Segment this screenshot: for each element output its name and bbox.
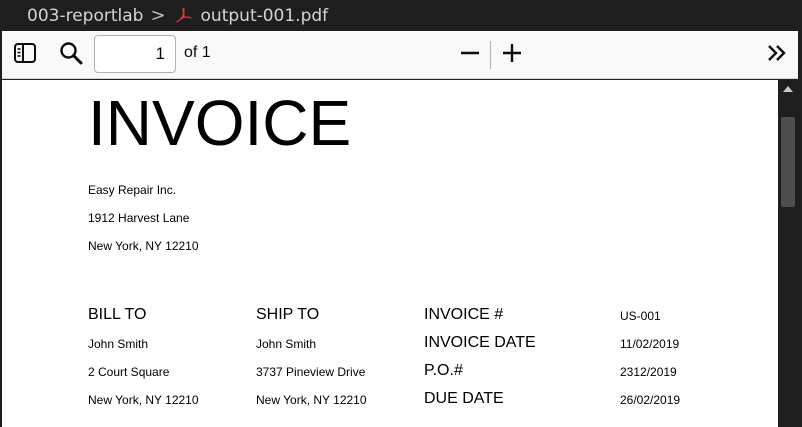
sidebar-toggle-icon bbox=[13, 42, 37, 69]
bill-to-label: BILL TO bbox=[88, 306, 147, 323]
page-count: of 1 bbox=[184, 44, 211, 61]
breadcrumb: 003-reportlab > output-001.pdf bbox=[0, 0, 802, 31]
bill-to-street: 2 Court Square bbox=[88, 365, 170, 379]
page-number-input[interactable] bbox=[94, 35, 176, 73]
toolbar-divider bbox=[490, 41, 491, 69]
pdf-page: INVOICE Easy Repair Inc. 1912 Harvest La… bbox=[2, 80, 778, 427]
zoom-in-button[interactable] bbox=[498, 41, 526, 69]
breadcrumb-folder[interactable]: 003-reportlab bbox=[27, 6, 143, 26]
zoom-out-button[interactable] bbox=[456, 41, 484, 69]
company-street: 1912 Harvest Lane bbox=[88, 211, 190, 225]
breadcrumb-file[interactable]: output-001.pdf bbox=[201, 6, 329, 26]
company-name: Easy Repair Inc. bbox=[88, 183, 177, 197]
ship-to-city: New York, NY 12210 bbox=[256, 393, 367, 407]
company-city: New York, NY 12210 bbox=[88, 239, 199, 253]
due-date-label: DUE DATE bbox=[424, 390, 504, 407]
pdf-file-icon bbox=[175, 7, 192, 24]
pdf-toolbar: of 1 bbox=[2, 31, 800, 79]
window-edge bbox=[798, 31, 802, 427]
scroll-thumb[interactable] bbox=[781, 117, 795, 207]
sidebar-toggle-button[interactable] bbox=[10, 41, 40, 69]
breadcrumb-separator: > bbox=[150, 5, 166, 26]
invoice-date-label: INVOICE DATE bbox=[424, 334, 536, 351]
bill-to-city: New York, NY 12210 bbox=[88, 393, 199, 407]
search-icon bbox=[59, 41, 83, 70]
po-number-value: 2312/2019 bbox=[620, 365, 677, 379]
plus-icon bbox=[501, 42, 523, 69]
minus-icon bbox=[459, 42, 481, 69]
invoice-date-value: 11/02/2019 bbox=[620, 337, 680, 351]
ship-to-label: SHIP TO bbox=[256, 306, 320, 323]
double-chevron-right-icon bbox=[766, 43, 788, 68]
more-tools-button[interactable] bbox=[762, 41, 792, 69]
bill-to-name: John Smith bbox=[88, 337, 149, 351]
ship-to-street: 3737 Pineview Drive bbox=[256, 365, 366, 379]
due-date-value: 26/02/2019 bbox=[620, 393, 681, 407]
invoice-number-value: US-001 bbox=[620, 309, 661, 323]
vertical-scrollbar[interactable] bbox=[778, 80, 798, 427]
po-number-label: P.O.# bbox=[424, 362, 463, 379]
invoice-number-label: INVOICE # bbox=[424, 306, 504, 323]
ship-to-name: John Smith bbox=[256, 337, 317, 351]
search-button[interactable] bbox=[56, 41, 86, 69]
invoice-title: INVOICE bbox=[88, 87, 352, 159]
scroll-up-arrow-icon[interactable] bbox=[783, 86, 793, 92]
